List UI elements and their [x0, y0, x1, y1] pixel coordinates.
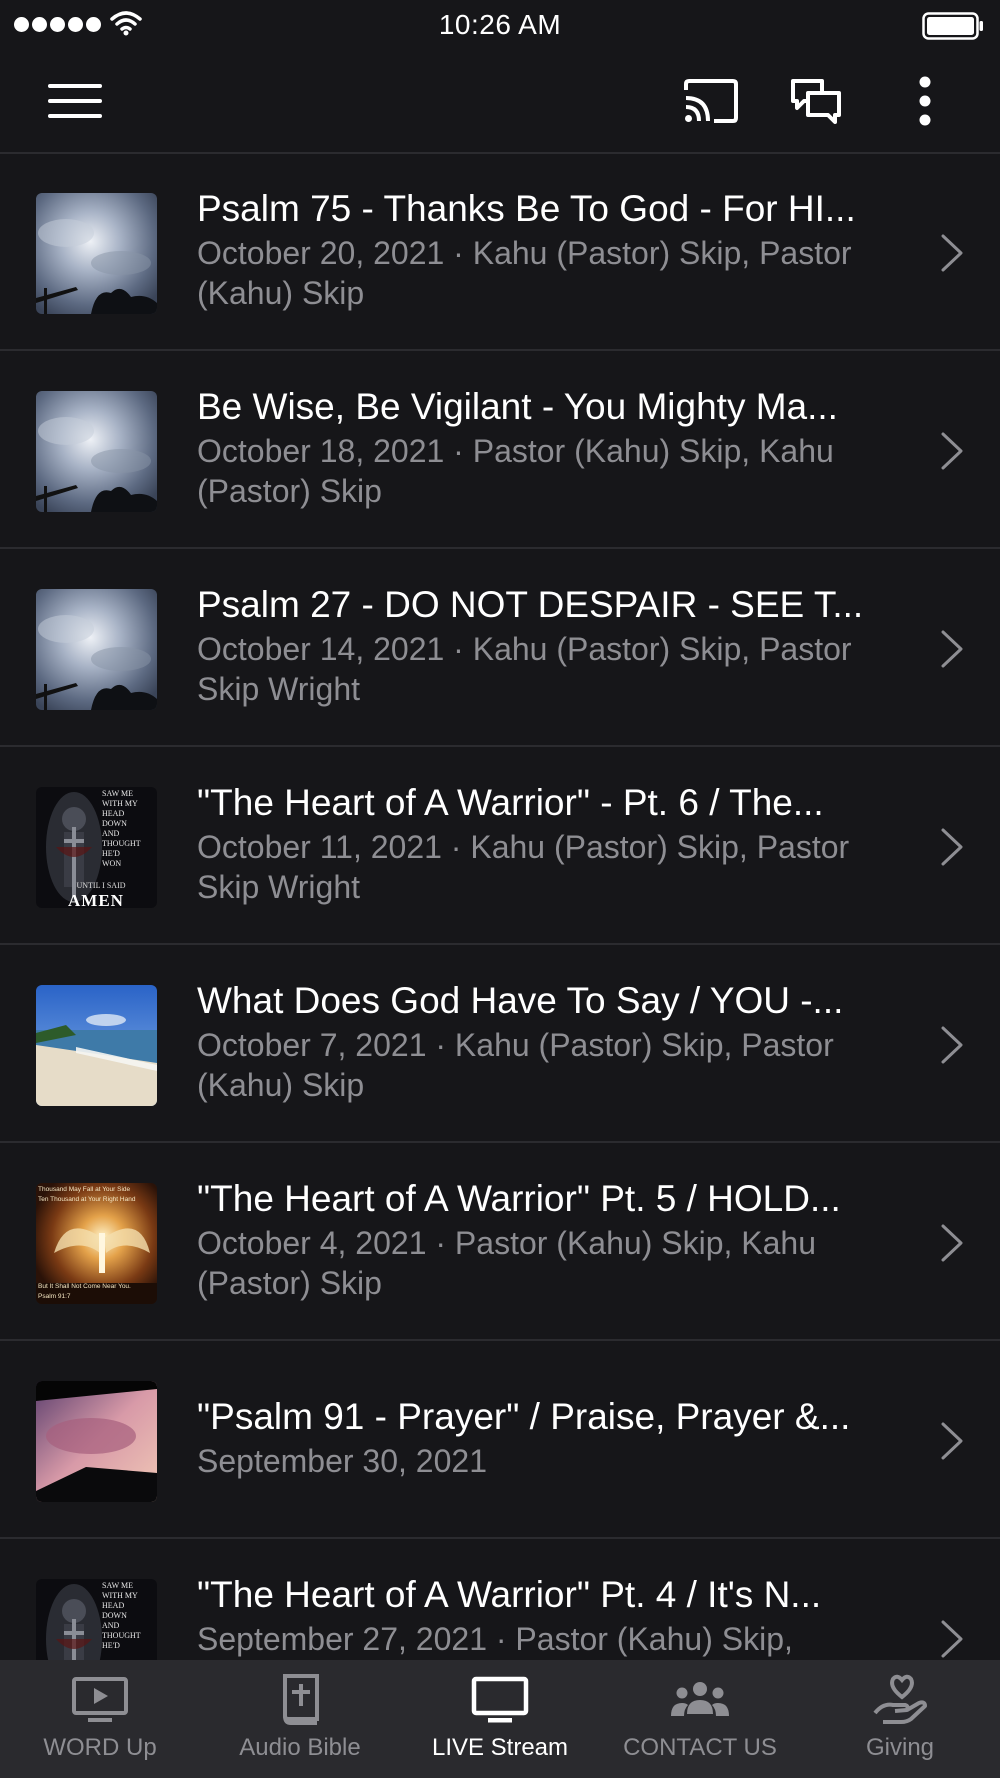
chat-bubbles-icon: [791, 79, 841, 124]
chevron-right-icon: [940, 233, 964, 278]
item-title: "The Heart of A Warrior" Pt. 5 / HOLD...: [197, 1178, 841, 1219]
menu-button[interactable]: [30, 65, 120, 137]
item-title: "Psalm 91 - Prayer" / Praise, Prayer &..…: [197, 1396, 851, 1437]
thumbnail-caption-line: Ten Thousand at Your Right Hand: [38, 1196, 136, 1203]
list-item[interactable]: "Psalm 91 - Prayer" / Praise, Prayer &..…: [0, 1341, 1000, 1539]
item-title: "The Heart of A Warrior" - Pt. 6 / The..…: [197, 782, 824, 823]
tab-word-up[interactable]: WORD Up: [0, 1660, 200, 1778]
thumbnail-image: [36, 193, 157, 314]
thumbnail-caption-line: HE'D: [102, 849, 120, 858]
thumbnail-caption-line: AMEN: [68, 891, 124, 908]
tv-icon: [471, 1672, 529, 1728]
list-item[interactable]: What Does God Have To Say / YOU -... Oct…: [0, 945, 1000, 1143]
item-meta: October 7, 2021 · Kahu (Pastor) Skip, Pa…: [197, 1027, 834, 1103]
thumbnail-image: [36, 589, 157, 710]
thumbnail-caption-line: But It Shall Not Come Near You.: [38, 1283, 131, 1290]
thumbnail-caption-line: HEAD: [102, 809, 125, 818]
item-title: "The Heart of A Warrior" Pt. 4 / It's N.…: [197, 1574, 822, 1615]
chevron-right-icon: [940, 1619, 964, 1660]
chevron-right-icon: [940, 431, 964, 476]
list-item[interactable]: Psalm 27 - DO NOT DESPAIR - SEE T... Oct…: [0, 549, 1000, 747]
tab-label: WORD Up: [43, 1734, 157, 1761]
tab-live-stream[interactable]: LIVE Stream: [400, 1660, 600, 1778]
thumbnail-caption: SAW ME WITH MY HEAD DOWN AND THOUGHT HE'D: [36, 1579, 157, 1660]
thumbnail-image: Thousand May Fall at Your Side Ten Thousa…: [36, 1183, 157, 1304]
item-meta: September 27, 2021 · Pastor (Kahu) Skip,: [197, 1621, 793, 1657]
chevron-right-icon: [940, 827, 964, 872]
cast-button[interactable]: [670, 65, 752, 137]
thumbnail-caption-line: WITH MY: [102, 1591, 138, 1600]
tab-label: Giving: [865, 1734, 935, 1761]
thumbnail-caption-line: HEAD: [102, 1601, 125, 1610]
thumbnail-caption-line: DOWN: [102, 1611, 127, 1620]
list-item[interactable]: Thousand May Fall at Your Side Ten Thousa…: [0, 1143, 1000, 1341]
top-navigation-bar: [0, 50, 1000, 154]
item-meta: October 20, 2021 · Kahu (Pastor) Skip, P…: [197, 235, 852, 311]
giving-hand-icon: [871, 1672, 929, 1728]
tab-audio-bible[interactable]: Audio Bible: [200, 1660, 400, 1778]
more-options-button[interactable]: [895, 65, 955, 137]
thumbnail-image: SAW ME WITH MY HEAD DOWN AND THOUGHT HE'D: [36, 1579, 157, 1660]
list-item[interactable]: SAW ME WITH MY HEAD DOWN AND THOUGHT HE'D WON UN…: [0, 747, 1000, 945]
tab-contact-us[interactable]: CONTACT US: [600, 1660, 800, 1778]
thumbnail-image: SAW ME WITH MY HEAD DOWN AND THOUGHT HE'D WON UN…: [36, 787, 157, 908]
group-icon: [669, 1672, 731, 1728]
chat-button[interactable]: [775, 65, 857, 137]
status-bar: 10:26 AM: [0, 0, 1000, 50]
tab-label: LIVE Stream: [431, 1734, 569, 1761]
item-title: Psalm 27 - DO NOT DESPAIR - SEE T...: [197, 584, 864, 625]
item-meta: September 30, 2021: [197, 1443, 487, 1479]
item-title: Be Wise, Be Vigilant - You Mighty Ma...: [197, 386, 838, 427]
thumbnail-caption-line: HE'D: [102, 1641, 120, 1650]
thumbnail-caption-line: Thousand May Fall at Your Side: [38, 1186, 131, 1193]
thumbnail-caption-line: THOUGHT: [102, 839, 141, 848]
broadcast-list: Psalm 75 - Thanks Be To God - For HI... …: [0, 153, 1000, 1660]
chevron-right-icon: [940, 1025, 964, 1070]
tab-label: CONTACT US: [623, 1734, 777, 1761]
tab-giving[interactable]: Giving: [800, 1660, 1000, 1778]
thumbnail-caption-line: WITH MY: [102, 799, 138, 808]
thumbnail-caption: Thousand May Fall at Your Side Ten Thousa…: [36, 1183, 157, 1304]
bottom-tab-bar: WORD Up Audio Bible LIVE Stream CONTACT US G…: [0, 1660, 1000, 1778]
item-meta: October 18, 2021 · Pastor (Kahu) Skip, K…: [197, 433, 834, 509]
app-screen: 10:26 AM Psalm 75 - Thanks Be To God - F…: [0, 0, 1000, 1778]
play-screen-icon: [71, 1672, 129, 1728]
chevron-right-icon: [940, 629, 964, 674]
thumbnail-caption-line: SAW ME: [102, 1581, 133, 1590]
battery-icon: [922, 12, 984, 45]
thumbnail-caption-line: UNTIL I SAID: [76, 881, 126, 890]
thumbnail-caption-line: Psalm 91:7: [38, 1293, 71, 1300]
item-meta: October 11, 2021 · Kahu (Pastor) Skip, P…: [197, 829, 850, 905]
thumbnail-caption: SAW ME WITH MY HEAD DOWN AND THOUGHT HE'D WON UN…: [36, 787, 157, 908]
thumbnail-image: [36, 391, 157, 512]
thumbnail-caption-line: SAW ME: [102, 789, 133, 798]
list-item[interactable]: Psalm 75 - Thanks Be To God - For HI... …: [0, 153, 1000, 351]
item-title: Psalm 75 - Thanks Be To God - For HI...: [197, 188, 856, 229]
cast-icon: [684, 79, 738, 123]
bible-icon: [279, 1672, 321, 1728]
chevron-right-icon: [940, 1223, 964, 1268]
hamburger-menu-icon: [48, 84, 102, 118]
thumbnail-caption-line: DOWN: [102, 819, 127, 828]
thumbnail-caption-line: AND: [102, 829, 120, 838]
thumbnail-caption-line: THOUGHT: [102, 1631, 141, 1640]
list-item[interactable]: SAW ME WITH MY HEAD DOWN AND THOUGHT HE'D "The…: [0, 1539, 1000, 1660]
tab-label: Audio Bible: [239, 1734, 361, 1761]
item-meta: October 14, 2021 · Kahu (Pastor) Skip, P…: [197, 631, 852, 707]
item-title: What Does God Have To Say / YOU -...: [197, 980, 844, 1021]
status-time: 10:26 AM: [438, 9, 562, 40]
thumbnail-image: [36, 1381, 157, 1502]
thumbnail-image: [36, 985, 157, 1106]
thumbnail-caption-line: WON: [102, 859, 122, 868]
chevron-right-icon: [940, 1421, 964, 1466]
item-meta: October 4, 2021 · Pastor (Kahu) Skip, Ka…: [197, 1225, 816, 1301]
list-item[interactable]: Be Wise, Be Vigilant - You Mighty Ma... …: [0, 351, 1000, 549]
more-vertical-icon: [919, 76, 931, 126]
thumbnail-caption-line: AND: [102, 1621, 120, 1630]
